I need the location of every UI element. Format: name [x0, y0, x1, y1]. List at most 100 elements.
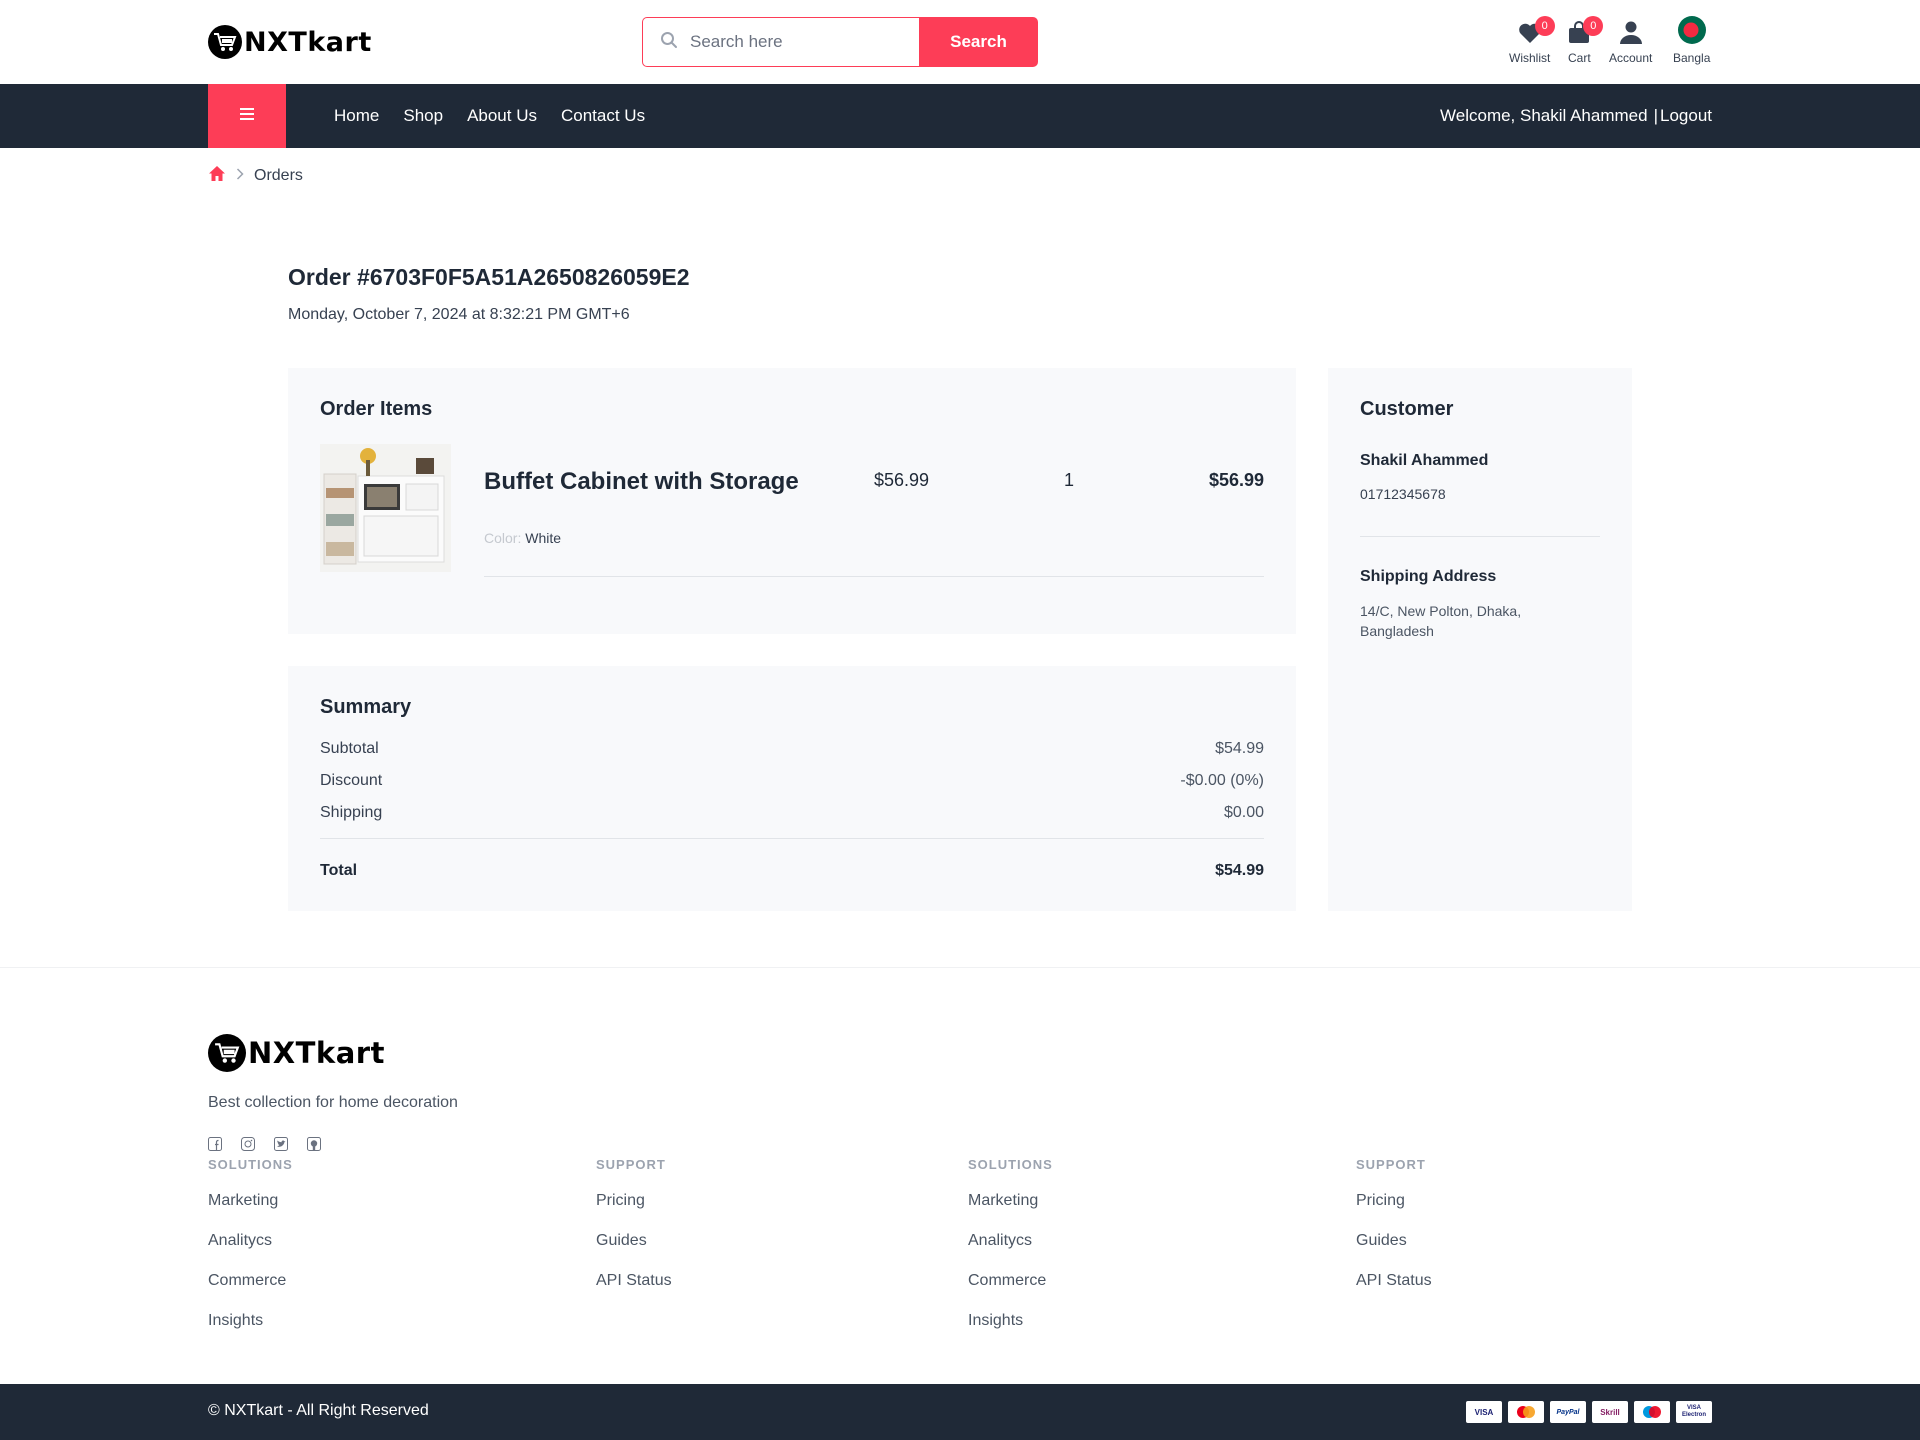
shipping-row: Shipping $0.00 [320, 804, 1264, 822]
wishlist-link[interactable]: 0 Wishlist [1509, 16, 1555, 65]
search-input[interactable] [690, 32, 890, 52]
footer-link-analytics[interactable]: Analitycs [968, 1232, 1053, 1251]
customer-title: Customer [1360, 398, 1454, 420]
wishlist-count-badge: 0 [1534, 16, 1555, 36]
footer-link-pricing[interactable]: Pricing [596, 1192, 672, 1211]
footer-link-insights[interactable]: Insights [968, 1312, 1053, 1331]
footer-link-api-status[interactable]: API Status [596, 1272, 672, 1291]
search-bar: Search [642, 17, 1038, 67]
nav-links: Home Shop About Us Contact Us [334, 84, 645, 148]
github-icon[interactable] [307, 1137, 321, 1151]
search-field [642, 17, 919, 67]
shipping-address: 14/C, New Polton, Dhaka, Bangladesh [1360, 603, 1522, 639]
order-items-card: Order Items Buffet Cabinet with Storage … [288, 368, 1296, 634]
site-header: NXTkart Search 0 Wishlist 0 Cart [0, 0, 1920, 84]
footer-divider [0, 967, 1920, 968]
discount-value: -$0.00 (0%) [1180, 772, 1264, 789]
menu-toggle-button[interactable] [208, 84, 286, 148]
total-row: Total $54.99 [320, 862, 1264, 880]
account-link[interactable]: Account [1609, 19, 1652, 65]
footer-link-guides[interactable]: Guides [1356, 1232, 1432, 1251]
shipping-address-title: Shipping Address [1360, 568, 1497, 585]
copyright-bar: © NXTkart - All Right Reserved VISA PayP… [0, 1384, 1920, 1440]
item-name[interactable]: Buffet Cabinet with Storage [484, 468, 799, 496]
summary-divider [320, 838, 1264, 839]
wishlist-label: Wishlist [1509, 51, 1551, 65]
footer-link-marketing[interactable]: Marketing [968, 1192, 1053, 1211]
breadcrumb-current: Orders [254, 167, 303, 184]
twitter-icon[interactable] [274, 1137, 288, 1151]
order-date: Monday, October 7, 2024 at 8:32:21 PM GM… [288, 306, 630, 323]
nav-home[interactable]: Home [334, 106, 379, 126]
payment-methods: VISA PayPal Skrill VISA Electron [1466, 1401, 1712, 1423]
language-label: Bangla [1673, 51, 1711, 65]
maestro-icon [1634, 1401, 1670, 1423]
item-quantity: 1 [1064, 470, 1075, 490]
shipping-value: $0.00 [1223, 804, 1264, 821]
nav-separator: | [1653, 106, 1658, 125]
hamburger-icon [240, 107, 254, 125]
instagram-icon[interactable] [241, 1137, 255, 1151]
nav-shop[interactable]: Shop [403, 106, 443, 126]
copyright-text: © NXTkart - All Right Reserved [208, 1402, 429, 1419]
total-value: $54.99 [1215, 862, 1264, 879]
visa-electron-icon: VISA Electron [1676, 1401, 1712, 1423]
order-summary-card: Summary Subtotal $54.99 Discount -$0.00 … [288, 666, 1296, 911]
footer-column-heading: SUPPORT [596, 1157, 666, 1172]
footer-link-insights[interactable]: Insights [208, 1312, 293, 1331]
cart-logo-icon [208, 25, 242, 59]
bangladesh-flag-icon [1677, 16, 1706, 49]
nav-about-us[interactable]: About Us [467, 106, 537, 126]
order-items-title: Order Items [320, 398, 433, 420]
footer-link-api-status[interactable]: API Status [1356, 1272, 1432, 1291]
customer-divider [1360, 536, 1600, 537]
discount-label: Discount [320, 772, 383, 789]
logout-link[interactable]: Logout [1660, 106, 1712, 126]
cart-label: Cart [1568, 51, 1591, 65]
site-logo[interactable]: NXTkart [208, 25, 372, 59]
social-links [208, 1137, 321, 1151]
nav-contact-us[interactable]: Contact Us [561, 106, 645, 126]
logo-text: NXTkart [244, 26, 372, 58]
user-icon [1619, 20, 1643, 49]
breadcrumb: Orders [208, 165, 303, 187]
facebook-icon[interactable] [208, 1137, 222, 1151]
language-switch[interactable]: Bangla [1673, 16, 1711, 65]
variant-value: White [525, 530, 562, 546]
customer-card: Customer Shakil Ahammed 01712345678 Ship… [1328, 368, 1632, 911]
main-navbar: Home Shop About Us Contact Us Welcome, S… [0, 84, 1920, 148]
customer-phone: 01712345678 [1360, 486, 1446, 502]
footer-link-pricing[interactable]: Pricing [1356, 1192, 1432, 1211]
footer-logo-text: NXTkart [248, 1036, 385, 1070]
order-title: Order #6703F0F5A51A2650826059E2 [288, 264, 690, 290]
footer-column-solutions: SOLUTIONS Marketing Analitycs Commerce I… [208, 1157, 293, 1331]
cart-link[interactable]: 0 Cart [1568, 16, 1604, 65]
product-image[interactable] [320, 444, 451, 572]
discount-row: Discount -$0.00 (0%) [320, 772, 1264, 790]
footer-column-heading: SUPPORT [1356, 1157, 1426, 1172]
cart-logo-icon [208, 1034, 246, 1072]
search-button[interactable]: Search [919, 17, 1038, 67]
footer-column-solutions: SOLUTIONS Marketing Analitycs Commerce I… [968, 1157, 1053, 1331]
footer-link-guides[interactable]: Guides [596, 1232, 672, 1251]
footer-column-support: SUPPORT Pricing Guides API Status [596, 1157, 672, 1291]
footer-link-analytics[interactable]: Analitycs [208, 1232, 293, 1251]
footer-tagline: Best collection for home decoration [208, 1094, 458, 1111]
footer-link-commerce[interactable]: Commerce [208, 1272, 293, 1291]
account-label: Account [1609, 51, 1653, 65]
footer-link-marketing[interactable]: Marketing [208, 1192, 293, 1211]
footer-logo[interactable]: NXTkart [208, 1034, 385, 1072]
item-total: $56.99 [1208, 470, 1264, 490]
item-price: $56.99 [874, 470, 930, 490]
footer-column-support: SUPPORT Pricing Guides API Status [1356, 1157, 1432, 1291]
skrill-icon: Skrill [1592, 1401, 1628, 1423]
chevron-right-icon [236, 167, 244, 185]
footer-column-heading: SOLUTIONS [968, 1157, 1053, 1172]
subtotal-value: $54.99 [1215, 740, 1264, 757]
footer-link-commerce[interactable]: Commerce [968, 1272, 1053, 1291]
paypal-icon: PayPal [1550, 1401, 1586, 1423]
shipping-label: Shipping [320, 804, 383, 821]
home-icon[interactable] [208, 165, 226, 187]
item-divider [484, 576, 1264, 577]
subtotal-row: Subtotal $54.99 [320, 740, 1264, 758]
